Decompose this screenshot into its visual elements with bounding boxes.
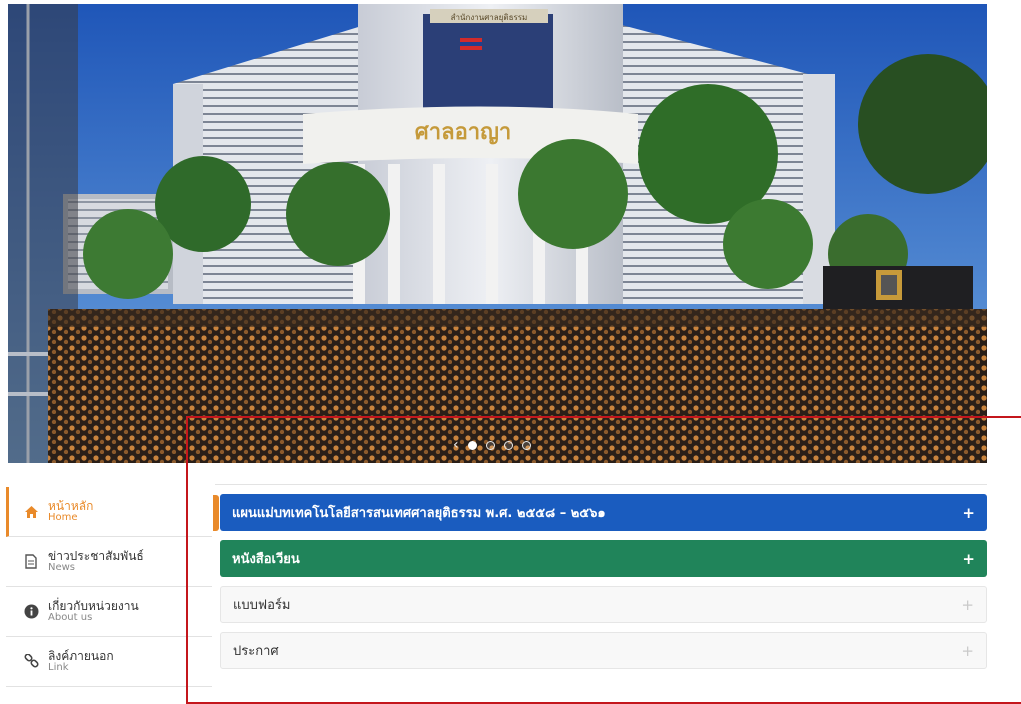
expand-plus-icon[interactable]: + bbox=[961, 596, 974, 614]
document-icon bbox=[22, 553, 40, 571]
sidebar-nav: หน้าหลัก Home ข่าวประชาสัมพันธ์ News เกี… bbox=[6, 487, 219, 687]
carousel-dot[interactable] bbox=[503, 441, 513, 450]
expand-plus-icon[interactable]: + bbox=[962, 550, 975, 568]
sidebar-item-label: ข่าวประชาสัมพันธ์ bbox=[48, 548, 144, 563]
accordion-header-circulars[interactable]: หนังสือเวียน + bbox=[220, 540, 987, 577]
expand-plus-icon[interactable]: + bbox=[961, 642, 974, 660]
carousel-dot[interactable] bbox=[485, 441, 495, 450]
accordion-title: หนังสือเวียน bbox=[232, 552, 300, 567]
carousel-dot[interactable] bbox=[521, 441, 531, 450]
carousel-indicators: ‹ bbox=[453, 438, 531, 452]
sidebar-item-sublabel: Link bbox=[48, 661, 69, 673]
sidebar-item-label: ลิงค์ภายนอก bbox=[48, 648, 114, 663]
expand-plus-icon[interactable]: + bbox=[962, 504, 975, 522]
sidebar-item-sublabel: News bbox=[48, 561, 76, 573]
hero-banner: สำนักงานศาลยุติธรรม ศาลอาญา ‹ bbox=[8, 4, 987, 463]
accordion-title: ประกาศ bbox=[233, 644, 279, 659]
sidebar-item-news[interactable]: ข่าวประชาสัมพันธ์ News bbox=[6, 537, 212, 587]
sidebar-item-sublabel: Home bbox=[48, 511, 78, 523]
sidebar-item-link[interactable]: ลิงค์ภายนอก Link bbox=[6, 637, 212, 687]
sidebar-item-label: เกี่ยวกับหน่วยงาน bbox=[48, 598, 139, 613]
accordion: แผนแม่บทเทคโนโลยีสารสนเทศศาลยุติธรรม พ.ศ… bbox=[220, 494, 987, 678]
accordion-header-forms[interactable]: แบบฟอร์ม + bbox=[220, 586, 987, 623]
home-icon bbox=[22, 503, 40, 521]
building-sign: ศาลอาญา bbox=[415, 120, 511, 145]
building-plaque: สำนักงานศาลยุติธรรม bbox=[451, 13, 528, 22]
sidebar-item-sublabel: About us bbox=[48, 611, 93, 623]
divider bbox=[215, 484, 987, 485]
carousel-prev-icon[interactable]: ‹ bbox=[453, 438, 459, 452]
accordion-title: แบบฟอร์ม bbox=[233, 598, 291, 613]
carousel-dot[interactable] bbox=[467, 441, 477, 450]
sidebar-item-about[interactable]: เกี่ยวกับหน่วยงาน About us bbox=[6, 587, 212, 637]
link-icon bbox=[22, 653, 40, 671]
accordion-title: แผนแม่บทเทคโนโลยีสารสนเทศศาลยุติธรรม พ.ศ… bbox=[232, 506, 606, 521]
info-icon bbox=[22, 603, 40, 621]
sidebar-item-label: หน้าหลัก bbox=[48, 498, 94, 513]
hero-photo: สำนักงานศาลยุติธรรม ศาลอาญา bbox=[8, 4, 987, 463]
accordion-header-it-masterplan[interactable]: แผนแม่บทเทคโนโลยีสารสนเทศศาลยุติธรรม พ.ศ… bbox=[220, 494, 987, 531]
sidebar-item-home[interactable]: หน้าหลัก Home bbox=[6, 487, 219, 537]
accordion-header-announcements[interactable]: ประกาศ + bbox=[220, 632, 987, 669]
